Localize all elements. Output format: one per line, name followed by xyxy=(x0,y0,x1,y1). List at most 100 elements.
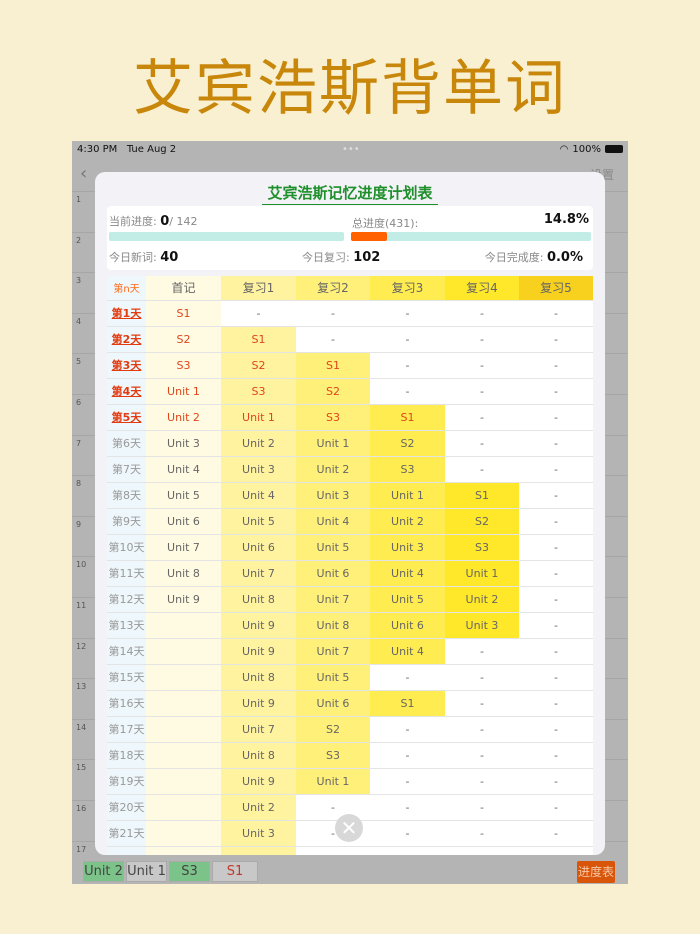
unit-tab[interactable]: Unit 2 xyxy=(83,861,124,882)
schedule-cell xyxy=(146,690,221,717)
table-row: 第16天 Unit 9 Unit 6 S1- - xyxy=(107,690,593,717)
schedule-cell: - xyxy=(370,378,445,405)
table-row: 第17天 Unit 7 S2- - - xyxy=(107,716,593,743)
today-review-label: 今日复习: xyxy=(302,251,350,264)
table-row: 第14天 Unit 9 Unit 7 Unit 4-- xyxy=(107,638,593,665)
day-cell[interactable]: 第1天 xyxy=(107,300,146,327)
schedule-cell: - xyxy=(296,794,370,821)
day-cell: 第9天 xyxy=(107,508,146,535)
schedule-cell: - xyxy=(445,300,519,327)
row-number: 15 xyxy=(76,763,87,773)
wifi-icon: ◠ xyxy=(559,143,569,155)
schedule-cell: - xyxy=(519,664,593,691)
schedule-cell: - xyxy=(445,820,519,847)
schedule-cell xyxy=(296,846,370,855)
row-number: 8 xyxy=(76,479,82,489)
schedule-cell: S1 xyxy=(370,404,445,431)
total-progress-fill xyxy=(351,232,387,241)
schedule-cell xyxy=(146,716,221,743)
schedule-cell: Unit 5 xyxy=(296,534,370,561)
schedule-cell: Unit 9 xyxy=(146,586,221,613)
row-number: 5 xyxy=(76,357,82,367)
day-cell: 第13天 xyxy=(107,612,146,639)
unit-tab[interactable]: S1 xyxy=(212,861,258,882)
schedule-cell xyxy=(146,742,221,769)
day-cell: 第15天 xyxy=(107,664,146,691)
current-progress-value: 0 xyxy=(160,214,170,229)
table-row: 第6天 Unit 3 Unit 2 Unit 1 S2- - xyxy=(107,430,593,457)
schedule-cell xyxy=(146,846,221,855)
schedule-cell: S3 xyxy=(296,404,370,431)
schedule-table: 第n天 首记 复习1 复习2 复习3 复习4 复习5 第1天 S1- - - - - 第2天 S2 S1- -… xyxy=(107,276,593,855)
ipad-screen: 4:30 PM Tue Aug 2 ••• ◠100% ‹ 设置 1234567… xyxy=(72,141,628,884)
row-number: 4 xyxy=(76,316,82,326)
total-progress-bar xyxy=(351,232,591,241)
schedule-cell: Unit 7 xyxy=(296,638,370,665)
schedule-cell: - xyxy=(221,300,296,327)
schedule-cell: Unit 1 xyxy=(221,404,296,431)
schedule-cell: S3 xyxy=(296,742,370,769)
schedule-cell: Unit 6 xyxy=(296,560,370,587)
modal-title: 艾宾浩斯记忆进度计划表 xyxy=(262,182,438,205)
back-icon[interactable]: ‹ xyxy=(80,163,87,184)
current-progress-bar xyxy=(109,232,344,241)
row-number: 6 xyxy=(76,398,82,407)
table-row: 第8天 Unit 5 Unit 4 Unit 3 Unit 1 S1- xyxy=(107,482,593,509)
schedule-cell: - xyxy=(519,638,593,665)
schedule-cell: Unit 1 xyxy=(370,482,445,509)
row-number: 12 xyxy=(76,641,87,651)
row-number: 1 xyxy=(76,195,82,204)
table-row xyxy=(107,846,593,855)
schedule-cell: Unit 8 xyxy=(221,664,296,691)
schedule-cell: - xyxy=(370,716,445,743)
schedule-cell: Unit 2 xyxy=(221,430,296,457)
schedule-cell: Unit 5 xyxy=(296,664,370,691)
schedule-cell: - xyxy=(445,716,519,743)
schedule-cell: Unit 6 xyxy=(146,508,221,535)
schedule-cell: Unit 1 xyxy=(146,378,221,405)
day-cell[interactable]: 第3天 xyxy=(107,352,146,379)
schedule-cell: - xyxy=(370,742,445,769)
schedule-cell: - xyxy=(519,508,593,535)
day-cell[interactable]: 第5天 xyxy=(107,404,146,431)
schedule-cell: - xyxy=(519,794,593,821)
schedule-cell xyxy=(146,794,221,821)
schedule-cell: S2 xyxy=(370,430,445,457)
day-cell[interactable]: 第2天 xyxy=(107,326,146,353)
schedule-cell: Unit 2 xyxy=(221,794,296,821)
schedule-cell: - xyxy=(519,742,593,769)
row-number: 2 xyxy=(76,235,82,245)
day-cell: 第21天 xyxy=(107,820,146,847)
schedule-cell: Unit 4 xyxy=(370,560,445,587)
schedule-cell: Unit 3 xyxy=(146,430,221,457)
schedule-cell: - xyxy=(370,768,445,795)
schedule-cell: - xyxy=(519,300,593,327)
schedule-cell: Unit 2 xyxy=(370,508,445,535)
schedule-cell: - xyxy=(519,404,593,431)
day-cell[interactable]: 第4天 xyxy=(107,378,146,405)
table-row: 第13天 Unit 9 Unit 8 Unit 6 Unit 3- xyxy=(107,612,593,639)
schedule-cell xyxy=(445,846,519,855)
column-header: 复习5 xyxy=(519,276,593,301)
schedule-cell: Unit 8 xyxy=(296,612,370,639)
schedule-cell: Unit 9 xyxy=(221,612,296,639)
schedule-cell: S1 xyxy=(221,326,296,353)
multitask-dots[interactable]: ••• xyxy=(342,144,360,155)
schedule-cell: - xyxy=(445,768,519,795)
day-cell: 第11天 xyxy=(107,560,146,587)
schedule-cell: - xyxy=(370,352,445,379)
schedule-cell: - xyxy=(445,456,519,483)
progress-table-button[interactable]: 进度表 xyxy=(577,861,615,883)
battery-icon xyxy=(605,145,623,153)
row-number: 11 xyxy=(76,601,87,610)
day-cell: 第12天 xyxy=(107,586,146,613)
schedule-modal: 艾宾浩斯记忆进度计划表 当前进度: 0/ 142 总进度(431): 14.8%… xyxy=(95,172,605,855)
column-header: 复习3 xyxy=(370,276,445,301)
schedule-cell: S1 xyxy=(370,690,445,717)
unit-tab[interactable]: Unit 1 xyxy=(126,861,167,882)
unit-tab[interactable]: S3 xyxy=(169,861,210,882)
table-row: 第2天 S2 S1- - - - xyxy=(107,326,593,353)
close-icon[interactable]: ✕ xyxy=(335,814,363,842)
schedule-cell: Unit 7 xyxy=(221,716,296,743)
schedule-cell xyxy=(146,820,221,847)
